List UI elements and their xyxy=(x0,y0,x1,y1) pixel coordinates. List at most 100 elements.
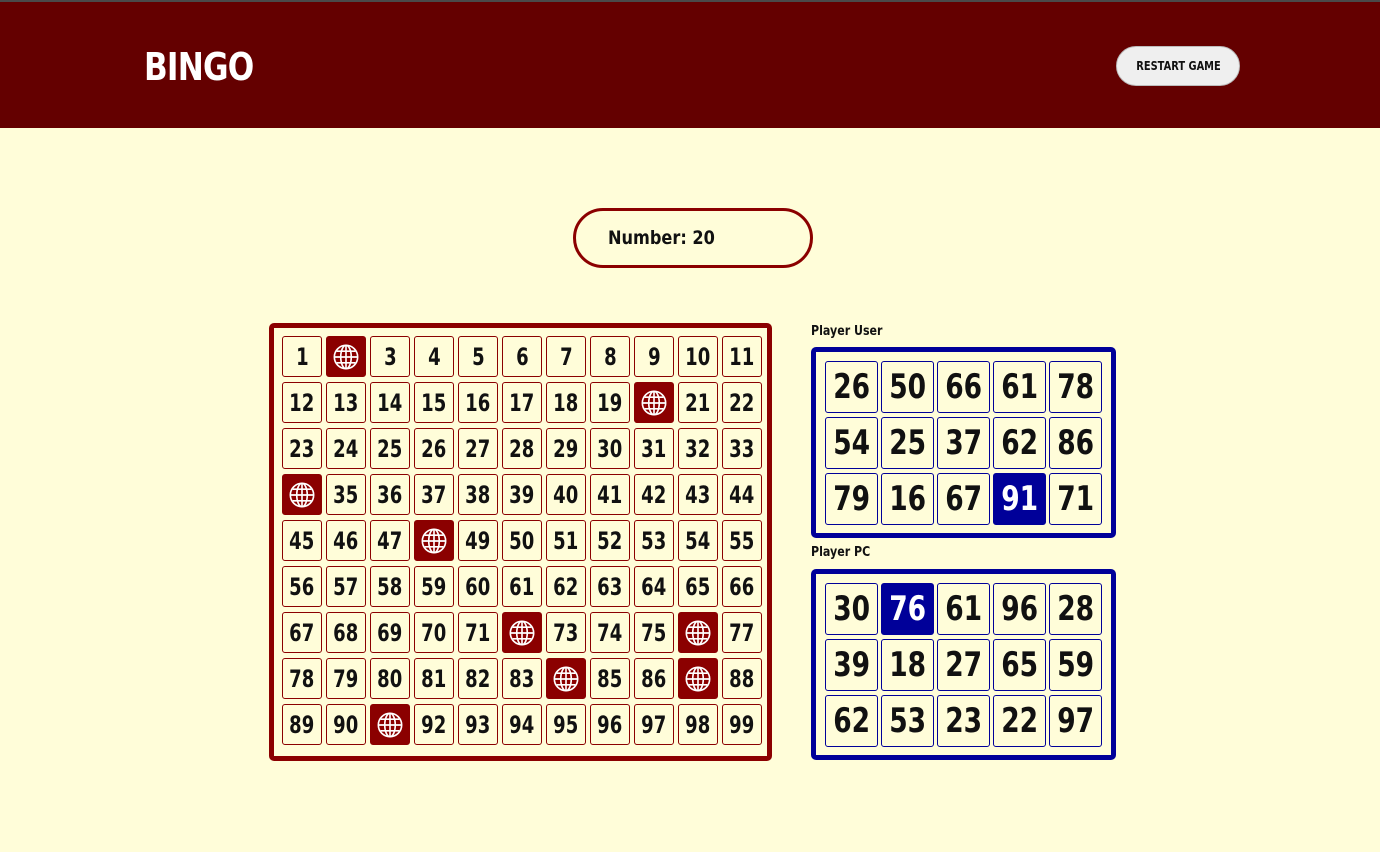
board-cell-marked[interactable] xyxy=(634,382,674,423)
board-cell-marked[interactable] xyxy=(502,612,542,653)
board-cell[interactable]: 26 xyxy=(414,428,454,469)
board-cell[interactable]: 36 xyxy=(370,474,410,515)
board-cell[interactable]: 79 xyxy=(326,658,366,699)
board-cell[interactable]: 62 xyxy=(546,566,586,607)
board-cell[interactable]: 9 xyxy=(634,336,674,377)
board-cell[interactable]: 63 xyxy=(590,566,630,607)
board-cell[interactable]: 59 xyxy=(414,566,454,607)
board-cell[interactable]: 98 xyxy=(678,704,718,745)
board-cell[interactable]: 15 xyxy=(414,382,454,423)
board-cell[interactable]: 88 xyxy=(722,658,762,699)
board-cell[interactable]: 24 xyxy=(326,428,366,469)
board-cell[interactable]: 4 xyxy=(414,336,454,377)
board-cell[interactable]: 30 xyxy=(590,428,630,469)
board-cell[interactable]: 1 xyxy=(282,336,322,377)
board-cell[interactable]: 58 xyxy=(370,566,410,607)
board-cell-marked[interactable] xyxy=(370,704,410,745)
board-cell[interactable]: 37 xyxy=(414,474,454,515)
board-cell[interactable]: 92 xyxy=(414,704,454,745)
board-cell[interactable]: 73 xyxy=(546,612,586,653)
board-cell[interactable]: 54 xyxy=(678,520,718,561)
board-cell[interactable]: 39 xyxy=(502,474,542,515)
board-cell-marked[interactable] xyxy=(546,658,586,699)
board-cell-marked[interactable] xyxy=(414,520,454,561)
board-cell[interactable]: 89 xyxy=(282,704,322,745)
board-cell[interactable]: 21 xyxy=(678,382,718,423)
board-cell[interactable]: 67 xyxy=(282,612,322,653)
board-cell[interactable]: 90 xyxy=(326,704,366,745)
board-cell[interactable]: 16 xyxy=(458,382,498,423)
board-cell[interactable]: 28 xyxy=(502,428,542,469)
board-cell[interactable]: 96 xyxy=(590,704,630,745)
board-cell[interactable]: 97 xyxy=(634,704,674,745)
board-cell[interactable]: 8 xyxy=(590,336,630,377)
board-cell-marked[interactable] xyxy=(282,474,322,515)
board-cell[interactable]: 81 xyxy=(414,658,454,699)
board-cell[interactable]: 78 xyxy=(282,658,322,699)
board-cell[interactable]: 7 xyxy=(546,336,586,377)
board-cell-marked[interactable] xyxy=(678,658,718,699)
board-cell[interactable]: 42 xyxy=(634,474,674,515)
board-cell[interactable]: 82 xyxy=(458,658,498,699)
board-cell[interactable]: 45 xyxy=(282,520,322,561)
board-cell[interactable]: 51 xyxy=(546,520,586,561)
board-cell[interactable]: 35 xyxy=(326,474,366,515)
board-cell-marked[interactable] xyxy=(678,612,718,653)
board-cell[interactable]: 74 xyxy=(590,612,630,653)
board-cell[interactable]: 68 xyxy=(326,612,366,653)
board-cell[interactable]: 71 xyxy=(458,612,498,653)
board-cell[interactable]: 86 xyxy=(634,658,674,699)
board-cell[interactable]: 94 xyxy=(502,704,542,745)
board-cell[interactable]: 32 xyxy=(678,428,718,469)
board-cell[interactable]: 43 xyxy=(678,474,718,515)
board-cell[interactable]: 93 xyxy=(458,704,498,745)
board-cell[interactable]: 5 xyxy=(458,336,498,377)
board-cell-marked[interactable] xyxy=(326,336,366,377)
board-cell[interactable]: 75 xyxy=(634,612,674,653)
board-cell[interactable]: 55 xyxy=(722,520,762,561)
board-cell[interactable]: 44 xyxy=(722,474,762,515)
board-cell[interactable]: 52 xyxy=(590,520,630,561)
board-cell[interactable]: 53 xyxy=(634,520,674,561)
board-cell[interactable]: 13 xyxy=(326,382,366,423)
board-cell[interactable]: 22 xyxy=(722,382,762,423)
restart-game-button[interactable]: RESTART GAME xyxy=(1116,46,1240,86)
board-cell[interactable]: 46 xyxy=(326,520,366,561)
board-cell[interactable]: 47 xyxy=(370,520,410,561)
board-cell[interactable]: 60 xyxy=(458,566,498,607)
board-cell[interactable]: 64 xyxy=(634,566,674,607)
board-cell[interactable]: 25 xyxy=(370,428,410,469)
board-cell[interactable]: 61 xyxy=(502,566,542,607)
board-cell[interactable]: 85 xyxy=(590,658,630,699)
board-cell[interactable]: 29 xyxy=(546,428,586,469)
board-cell[interactable]: 40 xyxy=(546,474,586,515)
board-cell[interactable]: 10 xyxy=(678,336,718,377)
board-cell[interactable]: 18 xyxy=(546,382,586,423)
board-cell[interactable]: 65 xyxy=(678,566,718,607)
board-cell[interactable]: 66 xyxy=(722,566,762,607)
board-cell[interactable]: 77 xyxy=(722,612,762,653)
board-cell[interactable]: 83 xyxy=(502,658,542,699)
board-cell[interactable]: 80 xyxy=(370,658,410,699)
board-cell[interactable]: 3 xyxy=(370,336,410,377)
board-cell[interactable]: 69 xyxy=(370,612,410,653)
board-cell[interactable]: 50 xyxy=(502,520,542,561)
board-cell[interactable]: 11 xyxy=(722,336,762,377)
board-cell[interactable]: 41 xyxy=(590,474,630,515)
board-cell[interactable]: 56 xyxy=(282,566,322,607)
board-cell[interactable]: 17 xyxy=(502,382,542,423)
board-cell[interactable]: 70 xyxy=(414,612,454,653)
board-cell[interactable]: 19 xyxy=(590,382,630,423)
board-cell[interactable]: 49 xyxy=(458,520,498,561)
board-cell[interactable]: 33 xyxy=(722,428,762,469)
board-cell[interactable]: 14 xyxy=(370,382,410,423)
board-cell[interactable]: 99 xyxy=(722,704,762,745)
board-cell[interactable]: 27 xyxy=(458,428,498,469)
board-cell[interactable]: 38 xyxy=(458,474,498,515)
board-cell[interactable]: 31 xyxy=(634,428,674,469)
board-cell[interactable]: 6 xyxy=(502,336,542,377)
board-cell[interactable]: 12 xyxy=(282,382,322,423)
board-cell[interactable]: 23 xyxy=(282,428,322,469)
board-cell[interactable]: 57 xyxy=(326,566,366,607)
board-cell[interactable]: 95 xyxy=(546,704,586,745)
